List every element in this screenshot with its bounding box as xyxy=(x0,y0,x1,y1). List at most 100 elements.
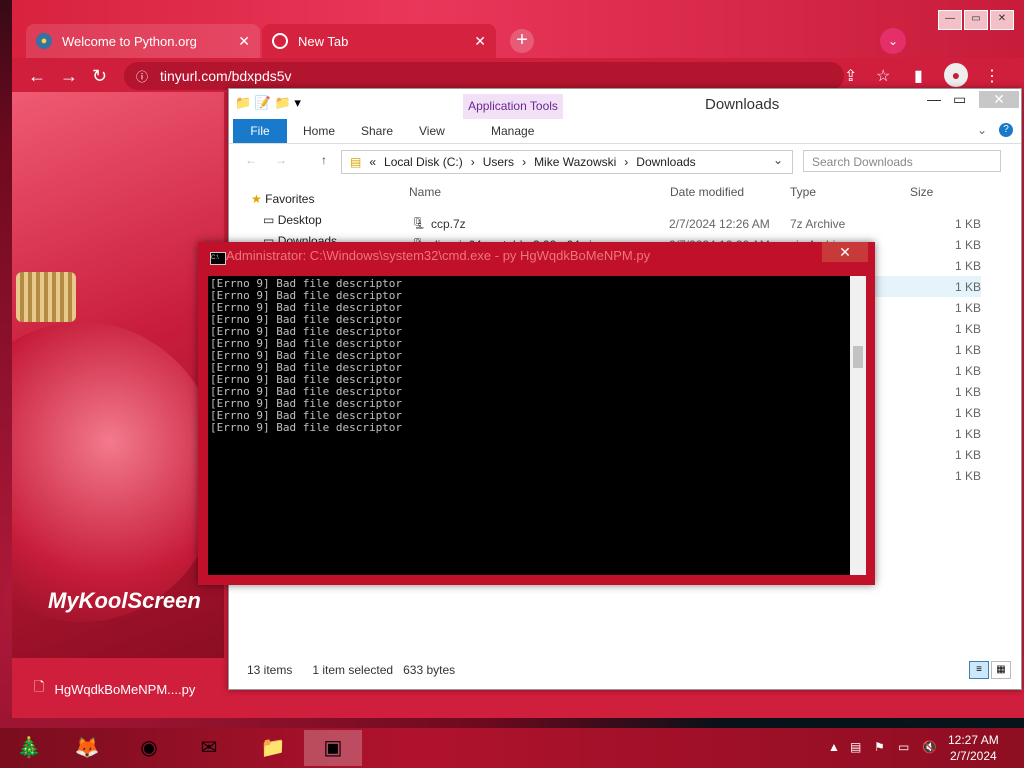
page-content: MyKoolScreen xyxy=(12,92,224,658)
tab-python[interactable]: ● Welcome to Python.org ✕ xyxy=(26,24,260,58)
outlook-taskbar-icon[interactable]: ✉ xyxy=(180,730,238,766)
console-scrollbar[interactable] xyxy=(850,276,866,575)
nav-desktop[interactable]: ▭ Desktop xyxy=(251,210,337,231)
file-row[interactable]: 🗜 ccp.7z 2/7/2024 12:26 AM 7z Archive 1 KB xyxy=(405,213,981,234)
breadcrumb-separator: › xyxy=(624,155,629,169)
file-date: 2/7/2024 12:26 AM xyxy=(669,217,770,231)
chrome-taskbar-icon[interactable]: ◉ xyxy=(120,730,178,766)
back-arrow-icon[interactable]: ← xyxy=(245,153,257,167)
selection-count: 1 item selected xyxy=(312,663,394,677)
new-tab-button[interactable]: + xyxy=(510,29,534,53)
column-type[interactable]: Type xyxy=(790,185,816,199)
back-arrow-icon[interactable]: ← xyxy=(28,66,46,87)
column-name[interactable]: Name xyxy=(409,185,441,199)
file-size: 1 KB xyxy=(954,469,981,483)
application-tools-label: Application Tools xyxy=(463,94,563,119)
breadcrumb-item[interactable]: Local Disk (C:) xyxy=(384,155,463,169)
forward-arrow-icon[interactable]: → xyxy=(60,66,78,87)
side-panel-icon[interactable]: ▮ xyxy=(914,66,923,86)
breadcrumb-item[interactable]: Mike Wazowski xyxy=(534,155,616,169)
folder-icon: ▤ xyxy=(350,155,362,169)
scrollbar-thumb[interactable] xyxy=(853,346,863,368)
close-tab-icon[interactable]: ✕ xyxy=(474,33,486,50)
archive-icon: 🗜 xyxy=(411,216,427,230)
address-breadcrumb[interactable]: ▤ « Local Disk (C:) › Users › Mike Wazow… xyxy=(341,150,793,174)
file-name: ccp.7z xyxy=(431,217,466,231)
maximize-button[interactable]: ▭ xyxy=(953,91,966,108)
file-size: 1 KB xyxy=(954,448,981,462)
ribbon xyxy=(229,119,1021,144)
file-size: 1 KB xyxy=(954,343,981,357)
clock-date: 2/7/2024 xyxy=(949,749,997,763)
ribbon-tab-file[interactable]: File xyxy=(233,119,287,143)
address-bar[interactable]: ⓘ tinyurl.com/bdxpds5v xyxy=(124,62,844,90)
nav-label: Favorites xyxy=(265,192,315,206)
search-input[interactable]: Search Downloads xyxy=(803,150,1001,172)
file-explorer-taskbar-icon[interactable]: 📁 xyxy=(244,730,302,766)
file-size: 1 KB xyxy=(954,301,981,315)
explorer-titlebar: 📁 📝 📁 ▾ Application Tools Downloads — ▭ … xyxy=(229,89,1021,119)
quick-access-icons[interactable]: 📁 📝 📁 ▾ xyxy=(235,95,301,111)
flag-icon[interactable]: ⚑ xyxy=(874,740,885,754)
profile-avatar[interactable]: ● xyxy=(944,63,968,87)
minimize-button[interactable]: — xyxy=(927,91,941,107)
chrome-favicon-icon xyxy=(272,33,288,49)
file-size: 1 KB xyxy=(954,217,981,231)
volume-muted-icon[interactable]: 🔇 xyxy=(922,740,937,754)
column-size[interactable]: Size xyxy=(910,185,933,199)
item-count: 13 items xyxy=(247,663,293,677)
menu-kebab-icon[interactable]: ⋮ xyxy=(984,66,1000,86)
cmd-taskbar-icon[interactable]: ▣ xyxy=(304,730,362,766)
close-window-button[interactable]: ✕ xyxy=(822,242,868,262)
status-bar: 13 items 1 item selected 633 bytes xyxy=(247,663,455,677)
star-icon: ★ xyxy=(251,192,262,206)
page-brand: MyKoolScreen xyxy=(48,588,201,613)
ribbon-tab-share[interactable]: Share xyxy=(361,119,393,143)
cmd-icon: C:\ xyxy=(210,252,226,265)
download-filename: HgWqdkBoMeNPM....py xyxy=(54,681,196,697)
console-title: Administrator: C:\Windows\system32\cmd.e… xyxy=(226,248,651,263)
close-window-button[interactable]: ✕ xyxy=(979,91,1019,108)
ribbon-tab-home[interactable]: Home xyxy=(303,119,335,143)
up-arrow-icon[interactable]: ↑ xyxy=(321,153,327,167)
file-size: 1 KB xyxy=(954,322,981,336)
network-icon[interactable]: ▤ xyxy=(850,740,861,754)
close-tab-icon[interactable]: ✕ xyxy=(238,33,250,50)
nav-favorites[interactable]: ★ Favorites xyxy=(251,189,337,210)
chevron-down-icon[interactable]: ⌄ xyxy=(773,153,783,167)
breadcrumb-chevrons: « xyxy=(369,155,377,169)
tab-search-icon[interactable]: ⌄ xyxy=(880,28,906,54)
start-button[interactable]: 🎄 xyxy=(0,730,58,766)
minimize-button[interactable]: — xyxy=(938,10,962,30)
firefox-taskbar-icon[interactable]: 🦊 xyxy=(58,730,116,766)
bookmark-star-icon[interactable]: ☆ xyxy=(876,66,890,86)
console-output[interactable]: [Errno 9] Bad file descriptor [Errno 9] B… xyxy=(208,276,850,575)
details-view-icon[interactable]: ≡ xyxy=(969,661,989,679)
file-size: 1 KB xyxy=(954,364,981,378)
file-size: 1 KB xyxy=(954,238,981,252)
ribbon-tab-view[interactable]: View xyxy=(419,119,445,143)
maximize-button[interactable]: ▭ xyxy=(964,10,988,30)
display-icon[interactable]: ▭ xyxy=(898,740,909,754)
expand-ribbon-icon[interactable]: ⌄ xyxy=(977,123,987,137)
file-icon: 🗋 xyxy=(34,679,45,694)
clock[interactable]: 12:27 AM 2/7/2024 xyxy=(948,732,999,764)
share-icon[interactable]: ⇪ xyxy=(844,66,857,86)
help-icon[interactable]: ? xyxy=(999,123,1013,137)
file-size: 1 KB xyxy=(954,280,981,294)
breadcrumb-item[interactable]: Users xyxy=(483,155,514,169)
show-hidden-icons-icon[interactable]: ▲ xyxy=(828,740,840,754)
tab-new-tab[interactable]: New Tab ✕ xyxy=(262,24,496,58)
large-icons-view-icon[interactable]: ▦ xyxy=(991,661,1011,679)
console-window: C:\ Administrator: C:\Windows\system32\c… xyxy=(198,242,875,585)
reload-icon[interactable]: ↻ xyxy=(92,66,107,87)
download-item[interactable]: 🗋 HgWqdkBoMeNPM....py xyxy=(34,678,195,700)
column-date[interactable]: Date modified xyxy=(670,185,744,199)
python-favicon-icon: ● xyxy=(36,33,52,49)
site-info-icon[interactable]: ⓘ xyxy=(136,68,148,85)
forward-arrow-icon[interactable]: → xyxy=(275,153,287,167)
ornament-ball xyxy=(12,322,222,622)
close-window-button[interactable]: ✕ xyxy=(990,10,1014,30)
ribbon-tab-manage[interactable]: Manage xyxy=(491,119,534,143)
breadcrumb-item[interactable]: Downloads xyxy=(636,155,695,169)
